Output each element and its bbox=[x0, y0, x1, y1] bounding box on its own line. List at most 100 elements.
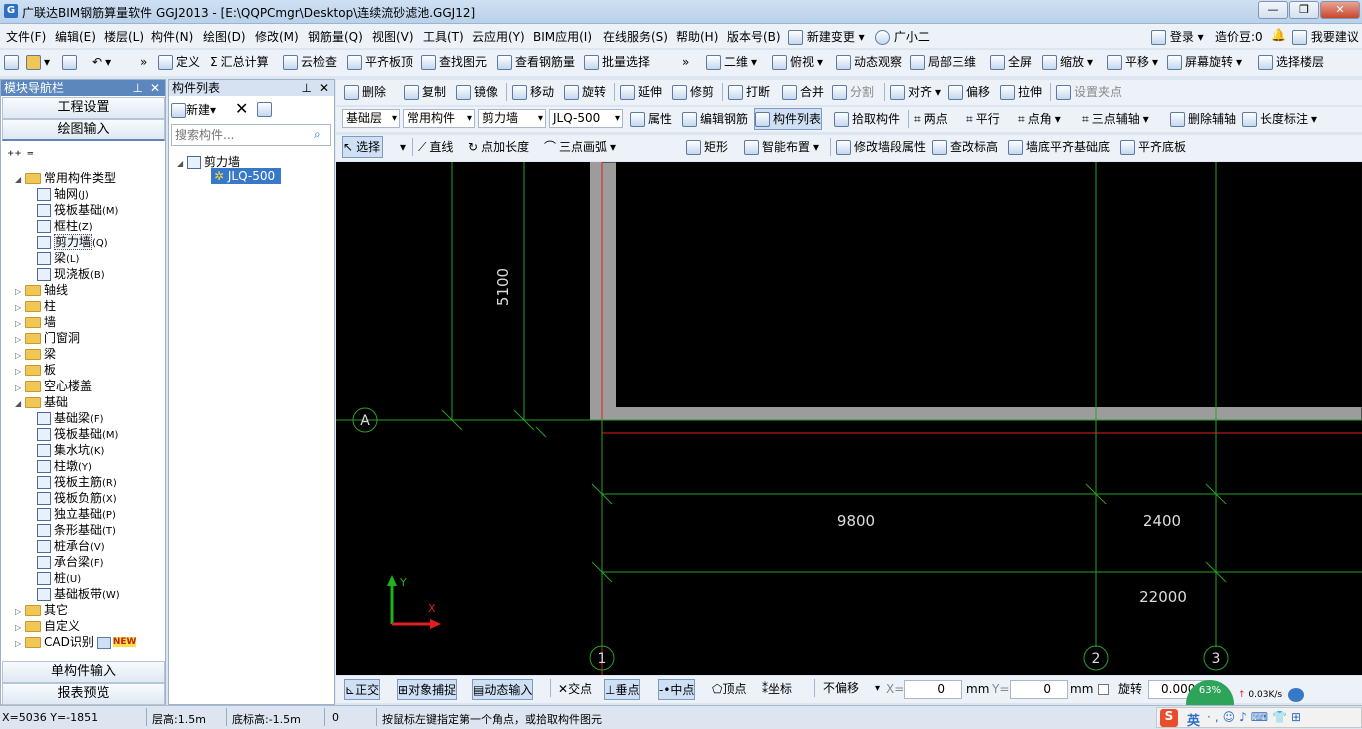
menu-view[interactable]: 视图(V) bbox=[372, 28, 414, 45]
pick-component-button[interactable]: 拾取构件 bbox=[834, 107, 900, 131]
choose-floor-button[interactable]: 选择楼层 bbox=[1258, 50, 1324, 74]
view-2d-dropdown[interactable]: 二维 ▾ bbox=[706, 50, 757, 74]
floor-select[interactable]: 基础层 bbox=[342, 109, 400, 128]
menu-online[interactable]: 在线服务(S) bbox=[603, 28, 668, 45]
flush-top-button[interactable]: 平齐板顶 bbox=[347, 50, 413, 74]
save-button[interactable] bbox=[62, 50, 77, 74]
tree-folder[interactable]: ▷ CAD识别 NEW bbox=[15, 634, 137, 652]
merge-button[interactable]: 合并 bbox=[782, 80, 824, 104]
coordinate-snap[interactable]: ⁑坐标 bbox=[762, 679, 792, 700]
define-button[interactable]: 定义 bbox=[158, 50, 200, 74]
local-3d-button[interactable]: 局部三维 bbox=[910, 50, 976, 74]
menu-draw[interactable]: 绘图(D) bbox=[203, 28, 246, 45]
more-toolbar-icon-2[interactable]: » bbox=[682, 50, 689, 74]
object-snap-toggle[interactable]: ⊞对象捕捉 bbox=[397, 679, 458, 700]
menu-help[interactable]: 帮助(H) bbox=[676, 28, 718, 45]
single-component-button[interactable]: 单构件输入 bbox=[2, 661, 165, 683]
three-point-arc-dropdown[interactable]: ⌒ 三点画弧 ▾ bbox=[544, 135, 616, 159]
tree-item[interactable]: 桩承台(V) bbox=[37, 538, 105, 554]
sum-calc-button[interactable]: Σ 汇总计算 bbox=[210, 50, 269, 74]
close-window-button[interactable]: ✕ bbox=[1320, 1, 1360, 19]
tree-folder[interactable]: ▷ 轴线 bbox=[15, 282, 68, 298]
tree-folder[interactable]: ▷ 自定义 bbox=[15, 618, 80, 634]
maximize-button[interactable]: ❐ bbox=[1289, 1, 1319, 19]
delete-axis-button[interactable]: 删除辅轴 bbox=[1170, 107, 1236, 131]
zoom-dropdown[interactable]: 缩放 ▾ bbox=[1042, 50, 1093, 74]
menu-cloud[interactable]: 云应用(Y) bbox=[472, 28, 525, 45]
cloud-check-button[interactable]: 云检查 bbox=[283, 50, 337, 74]
tree-item[interactable]: 筏板基础(M) bbox=[37, 426, 118, 442]
rotate-checkbox[interactable] bbox=[1098, 684, 1109, 695]
close-panel-icon-2[interactable]: ✕ bbox=[319, 80, 329, 96]
tree-item[interactable]: 集水坑(K) bbox=[37, 442, 104, 458]
tree-item[interactable]: 基础梁(F) bbox=[37, 410, 104, 426]
tree-item[interactable]: 条形基础(T) bbox=[37, 522, 116, 538]
modify-wall-segment-button[interactable]: 修改墙段属性 bbox=[836, 135, 926, 159]
new-file-button[interactable] bbox=[4, 50, 19, 74]
view-rebar-button[interactable]: 查看钢筋量 bbox=[497, 50, 575, 74]
select-dropdown-icon[interactable]: ▾ bbox=[400, 135, 406, 159]
menu-modify[interactable]: 修改(M) bbox=[255, 28, 299, 45]
vertex-snap[interactable]: ⬠顶点 bbox=[712, 679, 746, 700]
component-select[interactable]: JLQ-500 bbox=[549, 109, 623, 128]
line-button[interactable]: ⟋ 直线 bbox=[418, 135, 453, 159]
offset-mode-select[interactable]: 不偏移 bbox=[820, 680, 882, 699]
report-preview-button[interactable]: 报表预览 bbox=[2, 683, 165, 705]
two-point-button[interactable]: ⌗ 两点 bbox=[914, 107, 948, 131]
x-coordinate-input[interactable]: 0 bbox=[904, 680, 962, 699]
three-point-axis-dropdown[interactable]: ⌗ 三点辅轴 ▾ bbox=[1082, 107, 1149, 131]
check-elevation-button[interactable]: 查改标高 bbox=[932, 135, 998, 159]
offset-button[interactable]: 偏移 bbox=[948, 80, 990, 104]
tree-folder[interactable]: ▷ 板 bbox=[15, 362, 56, 378]
copy-button[interactable]: 复制 bbox=[404, 80, 446, 104]
point-angle-dropdown[interactable]: ⌗ 点角 ▾ bbox=[1018, 107, 1061, 131]
copy-component-icon[interactable] bbox=[257, 102, 272, 117]
login-button[interactable]: 登录 ▾ bbox=[1151, 28, 1204, 45]
tree-item[interactable]: 轴网(J) bbox=[37, 186, 89, 202]
tree-item[interactable]: 梁(L) bbox=[37, 250, 79, 266]
trim-button[interactable]: 修剪 bbox=[672, 80, 714, 104]
wall-flush-foundation-button[interactable]: 墙底平齐基础底 bbox=[1008, 135, 1110, 159]
collapse-arrow-icon[interactable]: ◢ bbox=[15, 396, 25, 412]
suggest-button[interactable]: 我要建议 bbox=[1292, 28, 1359, 45]
minimize-button[interactable]: — bbox=[1258, 1, 1288, 19]
screen-rotate-dropdown[interactable]: 屏幕旋转 ▾ bbox=[1167, 50, 1242, 74]
align-dropdown[interactable]: 对齐 ▾ bbox=[890, 80, 941, 104]
delete-button[interactable]: 删除 bbox=[344, 80, 386, 104]
expand-collapse-icon[interactable]: ⁺⁺ ⁼ bbox=[7, 148, 34, 164]
menu-tools[interactable]: 工具(T) bbox=[423, 28, 464, 45]
y-coordinate-input[interactable]: 0 bbox=[1010, 680, 1068, 699]
tree-item[interactable]: 剪力墙(Q) bbox=[37, 234, 108, 250]
extend-button[interactable]: 延伸 bbox=[620, 80, 662, 104]
open-file-button[interactable]: ▾ bbox=[26, 50, 50, 74]
bell-icon[interactable]: 🔔 bbox=[1271, 28, 1286, 42]
menu-file[interactable]: 文件(F) bbox=[6, 28, 46, 45]
batch-select-button[interactable]: 批量选择 bbox=[584, 50, 650, 74]
midpoint-snap[interactable]: -•中点 bbox=[658, 679, 696, 700]
close-panel-icon[interactable]: ✕ bbox=[150, 80, 160, 96]
select-button[interactable]: ↖ 选择 bbox=[342, 136, 384, 158]
tree-item[interactable]: 基础板带(W) bbox=[37, 586, 120, 602]
parallel-button[interactable]: ⌗ 平行 bbox=[966, 107, 1000, 131]
tree-item[interactable]: 承台梁(F) bbox=[37, 554, 104, 570]
undo-button[interactable]: ↶ ▾ bbox=[92, 50, 111, 74]
tree-folder[interactable]: ▷ 墙 bbox=[15, 314, 56, 330]
tree-folder[interactable]: ▷ 空心楼盖 bbox=[15, 378, 92, 394]
menu-bim[interactable]: BIM应用(I) bbox=[533, 28, 592, 45]
tree-folder[interactable]: ▷ 柱 bbox=[15, 298, 56, 314]
pin-icon[interactable]: ⊥ bbox=[133, 80, 143, 96]
more-toolbar-icon[interactable]: » bbox=[140, 50, 147, 74]
tree-item[interactable]: 柱墩(Y) bbox=[37, 458, 92, 474]
expand-arrow-icon[interactable]: ▷ bbox=[15, 636, 25, 652]
menu-guangxiaoer[interactable]: 广小二 bbox=[875, 28, 930, 45]
length-dim-dropdown[interactable]: 长度标注 ▾ bbox=[1242, 107, 1317, 131]
menu-component[interactable]: 构件(N) bbox=[151, 28, 193, 45]
mirror-button[interactable]: 镜像 bbox=[456, 80, 498, 104]
type-select[interactable]: 常用构件 bbox=[403, 109, 475, 128]
rectangle-button[interactable]: 矩形 bbox=[686, 135, 728, 159]
tree-item[interactable]: 筏板主筋(R) bbox=[37, 474, 117, 490]
delete-component-icon[interactable]: ✕ bbox=[235, 99, 248, 118]
smart-layout-dropdown[interactable]: 智能布置 ▾ bbox=[744, 135, 819, 159]
move-button[interactable]: 移动 bbox=[512, 80, 554, 104]
tree-item[interactable]: 独立基础(P) bbox=[37, 506, 116, 522]
